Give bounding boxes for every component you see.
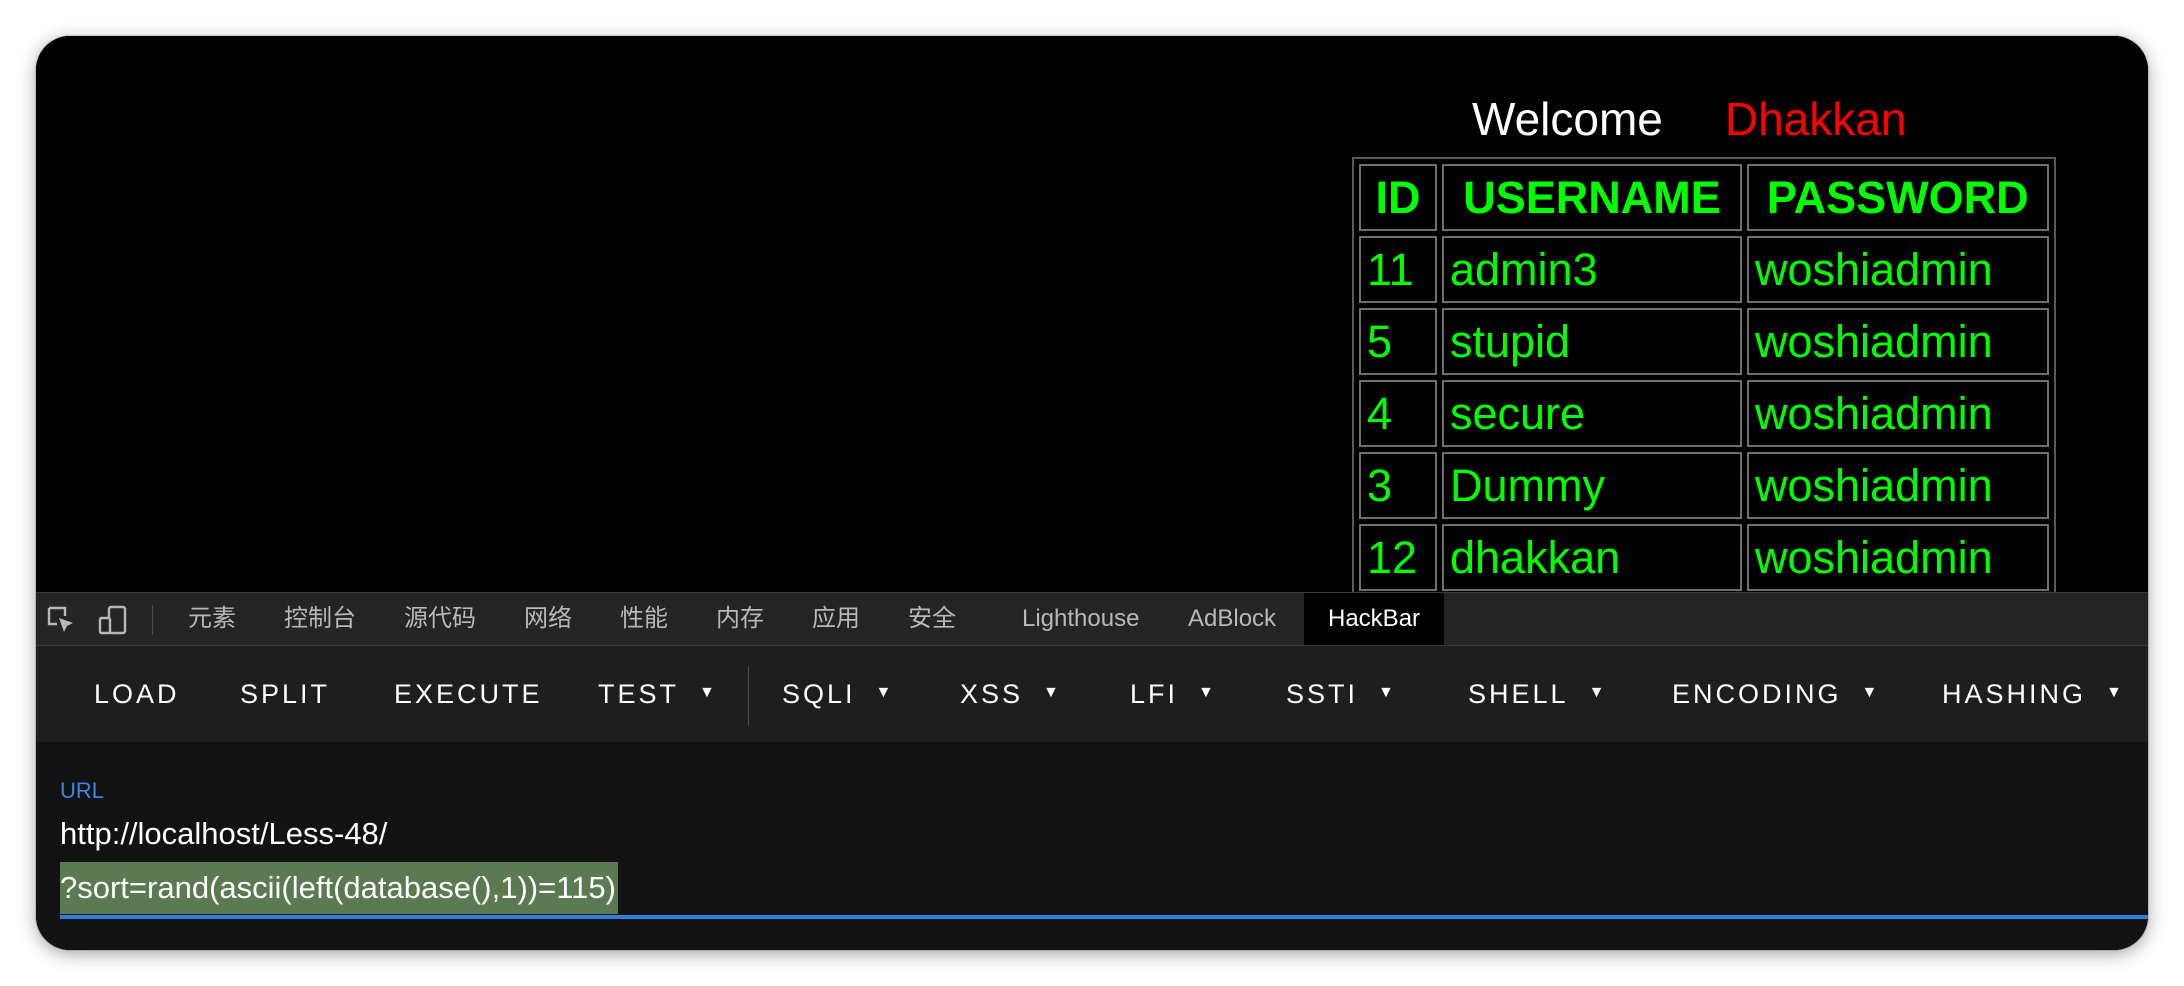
header-username: USERNAME [1442, 164, 1742, 231]
execute-button[interactable]: EXECUTE [394, 646, 543, 742]
table-row: 5 stupid woshiadmin [1359, 308, 2049, 375]
xss-menu-button[interactable]: XSS ▼ [960, 646, 1059, 742]
browser-window: Welcome Dhakkan ID USERNAME PASSWORD 11 a… [36, 36, 2148, 950]
table-row: 3 Dummy woshiadmin [1359, 452, 2049, 519]
sqli-menu-label: SQLI [782, 679, 856, 709]
tab-memory[interactable]: 内存 [716, 593, 764, 645]
load-button-label: LOAD [94, 679, 180, 709]
tab-network[interactable]: 网络 [524, 593, 572, 645]
caret-down-icon: ▼ [1198, 683, 1214, 701]
welcome-label: Welcome [1472, 93, 1663, 145]
tab-elements[interactable]: 元素 [188, 593, 236, 645]
tab-sources[interactable]: 源代码 [404, 593, 476, 645]
tab-lighthouse[interactable]: Lighthouse [1022, 593, 1139, 645]
test-menu-button[interactable]: TEST ▼ [598, 646, 715, 742]
ssti-menu-label: SSTI [1286, 679, 1359, 709]
caret-down-icon: ▼ [1588, 683, 1605, 701]
url-input-focus-underline [60, 915, 2148, 919]
load-button[interactable]: LOAD [94, 646, 180, 742]
page-viewport: Welcome Dhakkan ID USERNAME PASSWORD 11 a… [36, 36, 2148, 592]
url-input-line-2-selected[interactable]: ?sort=rand(ascii(left(database(),1))=115… [60, 862, 618, 914]
cell-username: dhakkan [1442, 524, 1742, 591]
url-panel: URL http://localhost/Less-48/ ?sort=rand… [36, 742, 2148, 950]
tab-application[interactable]: 应用 [812, 593, 860, 645]
cell-password: woshiadmin [1747, 452, 2049, 519]
header-id: ID [1359, 164, 1437, 231]
execute-button-label: EXECUTE [394, 679, 543, 709]
hashing-menu-label: HASHING [1942, 679, 2087, 709]
url-input-line-1[interactable]: http://localhost/Less-48/ [60, 816, 387, 852]
split-button[interactable]: SPLIT [240, 646, 330, 742]
cell-id: 12 [1359, 524, 1437, 591]
tab-console[interactable]: 控制台 [284, 593, 356, 645]
cell-password: woshiadmin [1747, 524, 2049, 591]
table-row: 12 dhakkan woshiadmin [1359, 524, 2049, 591]
tab-performance[interactable]: 性能 [620, 593, 668, 645]
cell-username: admin3 [1442, 236, 1742, 303]
device-toolbar-icon[interactable] [98, 605, 128, 635]
tab-security[interactable]: 安全 [908, 593, 956, 645]
cell-id: 11 [1359, 236, 1437, 303]
shell-menu-button[interactable]: SHELL ▼ [1468, 646, 1604, 742]
devtools-tab-bar: 元素 控制台 源代码 网络 性能 内存 应用 安全 Lighthouse AdB… [36, 592, 2148, 646]
cell-password: woshiadmin [1747, 236, 2049, 303]
tab-adblock[interactable]: AdBlock [1188, 593, 1276, 645]
cell-id: 4 [1359, 380, 1437, 447]
xss-menu-label: XSS [960, 679, 1024, 709]
table-row: 11 admin3 woshiadmin [1359, 236, 2049, 303]
sqli-menu-button[interactable]: SQLI ▼ [782, 646, 891, 742]
table-row: 4 secure woshiadmin [1359, 380, 2049, 447]
tab-hackbar[interactable]: HackBar [1304, 593, 1445, 645]
header-password: PASSWORD [1747, 164, 2049, 231]
encoding-menu-label: ENCODING [1672, 679, 1842, 709]
lfi-menu-label: LFI [1130, 679, 1179, 709]
cell-username: Dummy [1442, 452, 1742, 519]
encoding-menu-button[interactable]: ENCODING ▼ [1672, 646, 1877, 742]
users-table: ID USERNAME PASSWORD 11 admin3 woshiadmi… [1352, 157, 2056, 592]
split-button-label: SPLIT [240, 679, 331, 709]
test-menu-label: TEST [598, 679, 680, 709]
toolbar-divider [152, 605, 153, 635]
ssti-menu-button[interactable]: SSTI ▼ [1286, 646, 1394, 742]
cell-id: 3 [1359, 452, 1437, 519]
caret-down-icon: ▼ [2106, 683, 2122, 701]
hashing-menu-button[interactable]: HASHING ▼ [1942, 646, 2122, 742]
welcome-name: Dhakkan [1724, 93, 1907, 145]
url-label: URL [60, 778, 105, 803]
caret-down-icon: ▼ [875, 683, 892, 701]
cell-password: woshiadmin [1747, 308, 2049, 375]
caret-down-icon: ▼ [1043, 683, 1059, 701]
table-header-row: ID USERNAME PASSWORD [1359, 164, 2049, 231]
hackbar-toolbar: LOAD SPLIT EXECUTE TEST ▼ SQLI ▼ XSS ▼ LFI ▼… [36, 646, 2148, 742]
cell-username: secure [1442, 380, 1742, 447]
inspect-element-icon[interactable] [46, 605, 76, 635]
caret-down-icon: ▼ [699, 683, 715, 701]
welcome-banner: Welcome Dhakkan [1472, 92, 1906, 146]
cell-username: stupid [1442, 308, 1742, 375]
toolbar-separator [748, 666, 749, 726]
cell-password: woshiadmin [1747, 380, 2049, 447]
caret-down-icon: ▼ [1378, 683, 1394, 701]
caret-down-icon: ▼ [1861, 683, 1878, 701]
shell-menu-label: SHELL [1468, 679, 1569, 709]
lfi-menu-button[interactable]: LFI ▼ [1130, 646, 1214, 742]
cell-id: 5 [1359, 308, 1437, 375]
